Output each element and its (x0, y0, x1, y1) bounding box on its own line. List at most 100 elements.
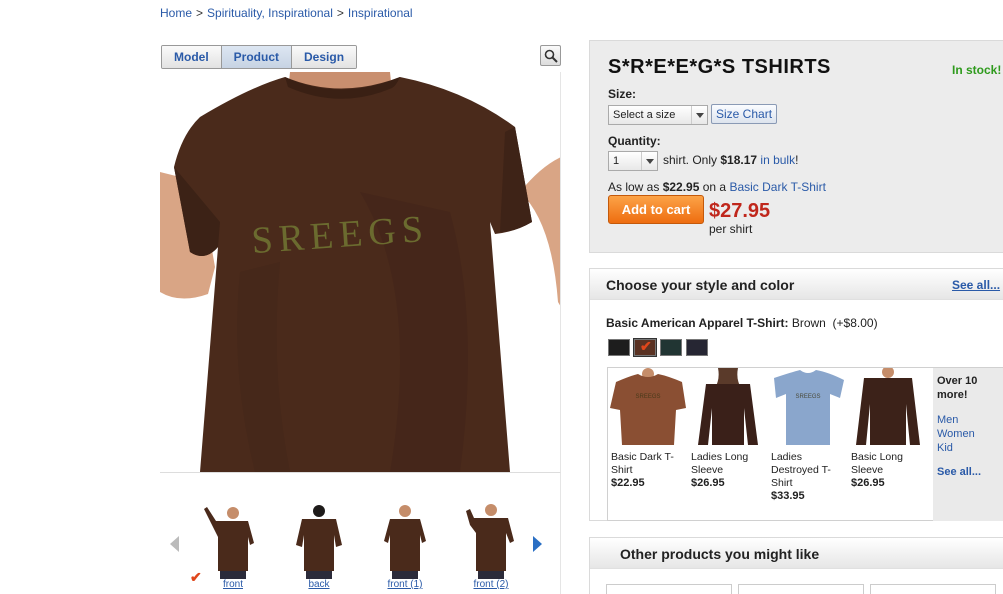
basic-dark-tshirt-link[interactable]: Basic Dark T-Shirt (729, 180, 825, 194)
current-style-extra: (+$8.00) (832, 316, 878, 330)
style-item-name: Ladies Long Sleeve (691, 451, 749, 476)
bulk-pricing-suffix: ! (795, 153, 799, 167)
thumbnail-prev-arrow[interactable] (170, 536, 179, 552)
add-to-cart-button[interactable]: Add to cart (608, 195, 704, 224)
more-styles-women-link[interactable]: Women (937, 428, 975, 440)
chevron-down-icon (641, 152, 657, 170)
more-styles-title: Over 10 more! (937, 375, 978, 401)
product-price: $27.95 (709, 200, 771, 222)
tshirt-model-image: SREEGS (160, 72, 560, 472)
current-style-name: Basic American Apparel T-Shirt: (606, 316, 789, 330)
thumbnail-caption: back (308, 579, 330, 590)
color-swatch-brown[interactable]: ✔ (633, 338, 657, 357)
color-swatch-navy[interactable] (686, 339, 708, 356)
selected-check-icon: ✔ (640, 338, 652, 354)
product-title: S*R*E*E*G*S TSHIRTS (608, 56, 831, 78)
low-price-text: As low as $22.95 on a Basic Dark T-Shirt (608, 180, 826, 194)
size-label: Size: (608, 87, 637, 101)
thumbnail-caption: front (222, 579, 243, 590)
low-price-mid: on a (702, 180, 727, 194)
thumbnail-image (296, 505, 342, 579)
quantity-select-value: 1 (613, 155, 620, 167)
style-options-grid: SREEGS Basic Dark T-Shirt $22.95 Ladies … (607, 366, 934, 521)
other-products-slots (606, 584, 996, 594)
main-product-image[interactable]: SREEGS (160, 72, 561, 472)
other-products-box: Other products you might like (589, 537, 1003, 594)
bulk-link[interactable]: in bulk (760, 153, 795, 167)
style-item-name: Basic Dark T-Shirt (611, 451, 674, 476)
color-swatches: ✔ (608, 338, 708, 357)
style-item-image: SREEGS (610, 368, 686, 445)
style-item-price: $26.95 (691, 477, 725, 489)
breadcrumb: Home > Spirituality, Inspirational > Inspira… (160, 6, 413, 20)
color-swatch-black[interactable] (608, 339, 630, 356)
style-item-image (850, 366, 926, 445)
thumbnail-front-2[interactable]: front (2) (456, 501, 526, 590)
tab-design[interactable]: Design (292, 46, 357, 68)
thumbnail-back[interactable]: back (284, 501, 354, 590)
style-item-name: Ladies Destroyed T-Shirt (771, 451, 831, 489)
magnifier-icon (544, 49, 558, 63)
bulk-price: $18.17 (720, 153, 758, 167)
tab-product[interactable]: Product (221, 46, 293, 68)
thumbnail-strip: front ✔ back front (1) front (2) (160, 472, 561, 594)
quantity-label: Quantity: (608, 134, 661, 148)
view-tabs: Model Product Design (161, 45, 358, 69)
breadcrumb-spirituality[interactable]: Spirituality, Inspirational (207, 6, 333, 20)
low-price: $22.95 (662, 180, 700, 194)
other-product-slot[interactable] (738, 584, 864, 594)
style-item-basic-dark-tshirt[interactable]: SREEGS Basic Dark T-Shirt $22.95 (608, 368, 688, 489)
tab-model[interactable]: Model (162, 46, 222, 68)
style-item-basic-long-sleeve[interactable]: Basic Long Sleeve $26.95 (848, 366, 928, 489)
style-item-image (690, 368, 766, 445)
current-style-text: Basic American Apparel T-Shirt: Brown (+… (606, 316, 878, 330)
quantity-select[interactable]: 1 (608, 151, 658, 171)
other-products-header: Other products you might like (590, 538, 1003, 569)
style-see-all-link[interactable]: See all... (952, 278, 1000, 292)
stock-status: In stock! (952, 63, 1002, 77)
thumbnail-front-1[interactable]: front (1) (370, 501, 440, 590)
style-color-box: Choose your style and color See all... B… (589, 268, 1003, 521)
color-swatch-dark-green[interactable] (660, 339, 682, 356)
price-unit: per shirt (709, 222, 753, 236)
zoom-button[interactable] (540, 45, 561, 66)
breadcrumb-separator: > (336, 6, 344, 20)
style-color-title: Choose your style and color (606, 277, 795, 293)
style-color-header: Choose your style and color See all... (590, 269, 1003, 300)
more-styles-see-all-link[interactable]: See all... (937, 466, 981, 478)
size-select[interactable]: Select a size (608, 105, 708, 125)
thumbnail-caption: front (1) (387, 579, 423, 590)
current-style-color: Brown (791, 316, 826, 330)
other-products-title: Other products you might like (620, 546, 820, 562)
thumbnail-next-arrow[interactable] (533, 536, 542, 552)
product-purchase-box: S*R*E*E*G*S TSHIRTS In stock! Size: Sele… (589, 40, 1003, 253)
thumbnail-caption: front (2) (473, 579, 509, 590)
breadcrumb-separator: > (196, 6, 204, 20)
style-item-ladies-destroyed-tshirt[interactable]: SREEGS Ladies Destroyed T-Shirt $33.95 (768, 368, 848, 502)
breadcrumb-home[interactable]: Home (160, 6, 192, 20)
style-item-image: SREEGS (770, 368, 846, 445)
thumbnail-selected-check-icon: ✔ (190, 569, 202, 585)
size-select-value: Select a size (613, 109, 676, 121)
style-item-print: SREEGS (635, 394, 660, 400)
bulk-pricing-prefix: shirt. Only (663, 153, 718, 167)
style-item-name: Basic Long Sleeve (851, 451, 903, 476)
style-item-ladies-long-sleeve[interactable]: Ladies Long Sleeve $26.95 (688, 368, 768, 489)
chevron-down-icon (691, 106, 707, 124)
low-price-prefix: As low as (608, 180, 660, 194)
thumbnail-image (466, 504, 514, 579)
bulk-pricing-text: shirt. Only $18.17 in bulk! (663, 153, 798, 167)
size-chart-button[interactable]: Size Chart (711, 104, 778, 124)
thumbnail-front[interactable]: front (198, 501, 268, 590)
more-styles-men-link[interactable]: Men (937, 414, 958, 426)
style-item-price: $33.95 (771, 490, 805, 502)
style-item-print: SREEGS (795, 394, 820, 400)
thumbnail-image (204, 507, 254, 579)
thumbnail-image (384, 505, 426, 579)
style-item-price: $26.95 (851, 477, 885, 489)
other-product-slot[interactable] (606, 584, 732, 594)
style-item-price: $22.95 (611, 477, 645, 489)
more-styles-kid-link[interactable]: Kid (937, 442, 953, 454)
breadcrumb-inspirational[interactable]: Inspirational (348, 6, 413, 20)
other-product-slot[interactable] (870, 584, 996, 594)
